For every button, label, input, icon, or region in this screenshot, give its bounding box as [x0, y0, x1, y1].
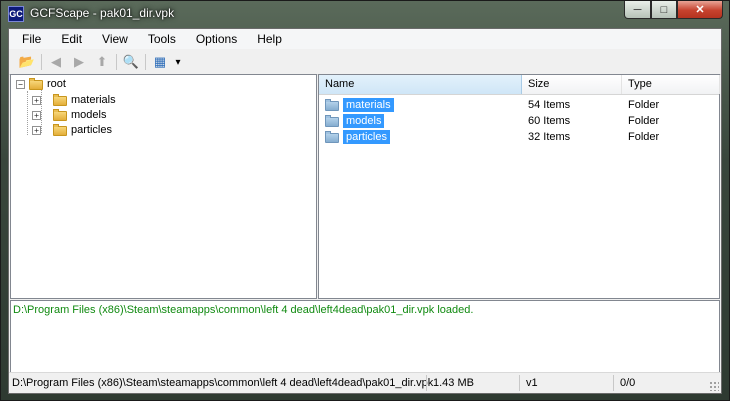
list-item-type: Folder — [628, 115, 660, 127]
status-path: D:\Program Files (x86)\Steam\steamapps\c… — [12, 377, 434, 389]
folder-icon — [325, 131, 339, 143]
toolbar-separator — [41, 54, 42, 70]
list-row[interactable]: particles 32 Items Folder — [319, 129, 719, 145]
status-size: 1.43 MB — [433, 377, 474, 389]
menu-view[interactable]: View — [92, 32, 138, 46]
status-version: v1 — [526, 377, 538, 389]
app-window: GC GCFScape - pak01_dir.vpk ─ □ ✕ File E… — [0, 0, 730, 401]
status-count: 0/0 — [620, 377, 636, 389]
column-header-type[interactable]: Type — [622, 75, 720, 94]
expand-toggle[interactable]: + — [32, 95, 41, 105]
dropdown-arrow-icon[interactable]: ▾ — [173, 52, 183, 72]
maximize-button[interactable]: □ — [651, 1, 677, 19]
menu-file[interactable]: File — [9, 32, 51, 46]
back-arrow-icon[interactable]: ◀ — [46, 52, 66, 72]
list-item-name[interactable]: models — [343, 114, 385, 128]
menu-tools[interactable]: Tools — [138, 32, 186, 46]
view-mode-icon[interactable]: ▦ — [150, 52, 170, 72]
tree-label-root[interactable]: root — [47, 78, 66, 90]
resize-grip-icon[interactable] — [709, 381, 719, 391]
folder-icon — [53, 94, 67, 106]
toolbar-separator — [145, 54, 146, 70]
tree-node-materials[interactable]: + materials — [32, 93, 116, 107]
tree-label-particles[interactable]: particles — [71, 124, 112, 136]
list-row[interactable]: materials 54 Items Folder — [319, 97, 719, 113]
menu-help[interactable]: Help — [247, 32, 292, 46]
folder-icon — [53, 124, 67, 136]
tree-node-particles[interactable]: + particles — [32, 123, 112, 137]
column-header-size[interactable]: Size — [522, 75, 622, 94]
status-separator — [613, 375, 614, 391]
menu-options[interactable]: Options — [186, 32, 247, 46]
list-item-size: 32 Items — [528, 131, 571, 143]
list-item-name[interactable]: particles — [343, 130, 390, 144]
console-log[interactable]: D:\Program Files (x86)\Steam\steamapps\c… — [10, 300, 720, 378]
forward-arrow-icon[interactable]: ▶ — [69, 52, 89, 72]
list-row[interactable]: models 60 Items Folder — [319, 113, 719, 129]
tree-node-root[interactable]: − root — [16, 77, 66, 91]
minimize-button[interactable]: ─ — [624, 1, 651, 19]
folder-icon — [53, 109, 67, 121]
client-area: File Edit View Tools Options Help 📂 ◀ ▶ … — [8, 28, 722, 394]
tree-connector — [27, 91, 28, 135]
list-item-type: Folder — [628, 99, 660, 111]
folder-icon — [325, 99, 339, 111]
folder-tree[interactable]: − root + materials + models + particles — [10, 74, 317, 299]
collapse-toggle[interactable]: − — [16, 79, 25, 89]
open-folder-icon[interactable]: 📂 — [17, 52, 37, 72]
list-item-type: Folder — [628, 131, 660, 143]
toolbar: 📂 ◀ ▶ ⬆ 🔍 ▦ ▾ — [9, 50, 721, 75]
title-bar[interactable]: GC GCFScape - pak01_dir.vpk ─ □ ✕ — [1, 1, 729, 27]
status-separator — [426, 375, 427, 391]
tree-label-materials[interactable]: materials — [71, 94, 116, 106]
file-list[interactable]: Name Size Type materials 54 Items Folder… — [318, 74, 720, 299]
list-header: Name Size Type — [319, 75, 720, 95]
tree-label-models[interactable]: models — [71, 109, 106, 121]
search-icon[interactable]: 🔍 — [121, 52, 141, 72]
list-item-size: 54 Items — [528, 99, 571, 111]
tree-node-models[interactable]: + models — [32, 108, 106, 122]
list-item-size: 60 Items — [528, 115, 571, 127]
list-item-name[interactable]: materials — [343, 98, 394, 112]
menu-bar: File Edit View Tools Options Help — [9, 29, 721, 49]
log-message: D:\Program Files (x86)\Steam\steamapps\c… — [13, 304, 474, 316]
expand-toggle[interactable]: + — [32, 110, 41, 120]
window-title: GCFScape - pak01_dir.vpk — [30, 6, 175, 20]
gcfscape-app-icon[interactable]: GC — [8, 6, 24, 22]
status-separator — [519, 375, 520, 391]
toolbar-separator — [116, 54, 117, 70]
up-folder-icon[interactable]: ⬆ — [92, 52, 112, 72]
folder-icon — [29, 78, 43, 90]
status-bar: D:\Program Files (x86)\Steam\steamapps\c… — [9, 372, 721, 393]
expand-toggle[interactable]: + — [32, 125, 41, 135]
close-button[interactable]: ✕ — [677, 1, 723, 19]
folder-icon — [325, 115, 339, 127]
column-header-name[interactable]: Name — [319, 75, 522, 94]
menu-edit[interactable]: Edit — [51, 32, 92, 46]
